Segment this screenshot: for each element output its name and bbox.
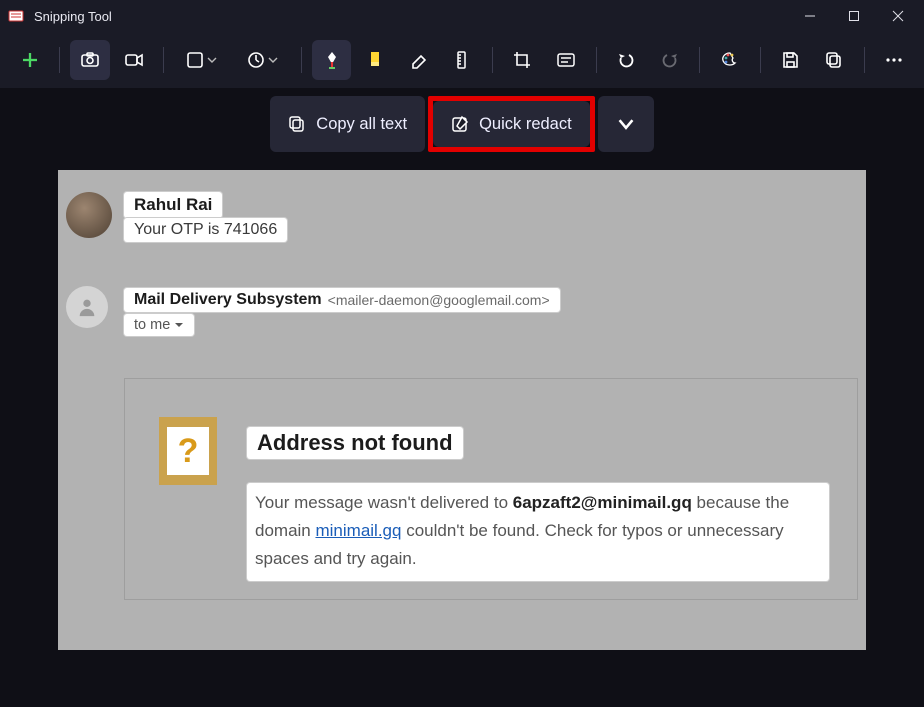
separator bbox=[301, 47, 302, 73]
separator bbox=[163, 47, 164, 73]
eraser-tool-button[interactable] bbox=[399, 40, 438, 80]
highlighter-tool-button[interactable] bbox=[355, 40, 394, 80]
screenshot-canvas[interactable]: Rahul Rai Your OTP is 741066 Mail Delive… bbox=[58, 170, 866, 650]
separator bbox=[864, 47, 865, 73]
from-line: Mail Delivery Subsystem <mailer-daemon@g… bbox=[124, 288, 560, 312]
color-picker-button[interactable] bbox=[710, 40, 749, 80]
error-body: Your message wasn't delivered to 6apzaft… bbox=[247, 483, 829, 581]
window-title: Snipping Tool bbox=[34, 9, 788, 24]
undo-button[interactable] bbox=[606, 40, 645, 80]
sender-name: Rahul Rai bbox=[124, 192, 222, 218]
text-actions-button[interactable] bbox=[546, 40, 585, 80]
question-mark-icon: ? bbox=[159, 417, 217, 485]
crop-button[interactable] bbox=[503, 40, 542, 80]
separator bbox=[699, 47, 700, 73]
avatar-placeholder bbox=[66, 286, 108, 328]
redo-button[interactable] bbox=[650, 40, 689, 80]
copy-all-text-button[interactable]: Copy all text bbox=[270, 96, 425, 152]
ruler-tool-button[interactable] bbox=[442, 40, 481, 80]
app-icon bbox=[8, 8, 24, 24]
error-card: ? Address not found Your message wasn't … bbox=[124, 378, 858, 600]
quick-redact-highlight: Quick redact bbox=[428, 96, 595, 152]
snip-mode-dropdown[interactable] bbox=[174, 40, 230, 80]
minimize-button[interactable] bbox=[788, 0, 832, 32]
close-button[interactable] bbox=[876, 0, 920, 32]
error-body-link[interactable]: minimail.gq bbox=[315, 521, 401, 540]
avatar-image bbox=[66, 192, 112, 238]
copy-all-text-label: Copy all text bbox=[316, 115, 407, 134]
more-options-button[interactable] bbox=[875, 40, 914, 80]
error-body-email: 6apzaft2@minimail.gq bbox=[513, 493, 692, 512]
from-name: Mail Delivery Subsystem bbox=[134, 291, 322, 309]
email-subject: Your OTP is 741066 bbox=[124, 218, 287, 242]
delay-dropdown[interactable] bbox=[235, 40, 291, 80]
video-capture-button[interactable] bbox=[114, 40, 153, 80]
error-body-pre: Your message wasn't delivered to bbox=[255, 493, 513, 512]
quick-redact-label: Quick redact bbox=[479, 115, 572, 134]
separator bbox=[59, 47, 60, 73]
maximize-button[interactable] bbox=[832, 0, 876, 32]
to-line: to me bbox=[124, 314, 194, 336]
separator bbox=[760, 47, 761, 73]
save-button[interactable] bbox=[771, 40, 810, 80]
text-actions-bar: Copy all text Quick redact bbox=[0, 88, 924, 160]
to-text: to me bbox=[134, 317, 170, 333]
image-capture-button[interactable] bbox=[70, 40, 109, 80]
separator bbox=[596, 47, 597, 73]
separator bbox=[492, 47, 493, 73]
pen-tool-button[interactable] bbox=[312, 40, 351, 80]
titlebar: Snipping Tool bbox=[0, 0, 924, 32]
redact-dropdown-button[interactable] bbox=[598, 96, 654, 152]
toolbar bbox=[0, 32, 924, 88]
from-email: <mailer-daemon@googlemail.com> bbox=[328, 292, 550, 308]
chevron-down-icon bbox=[174, 320, 184, 330]
new-snip-button[interactable] bbox=[10, 40, 49, 80]
error-heading: Address not found bbox=[247, 427, 463, 459]
copy-button[interactable] bbox=[814, 40, 853, 80]
quick-redact-button[interactable]: Quick redact bbox=[433, 101, 590, 147]
